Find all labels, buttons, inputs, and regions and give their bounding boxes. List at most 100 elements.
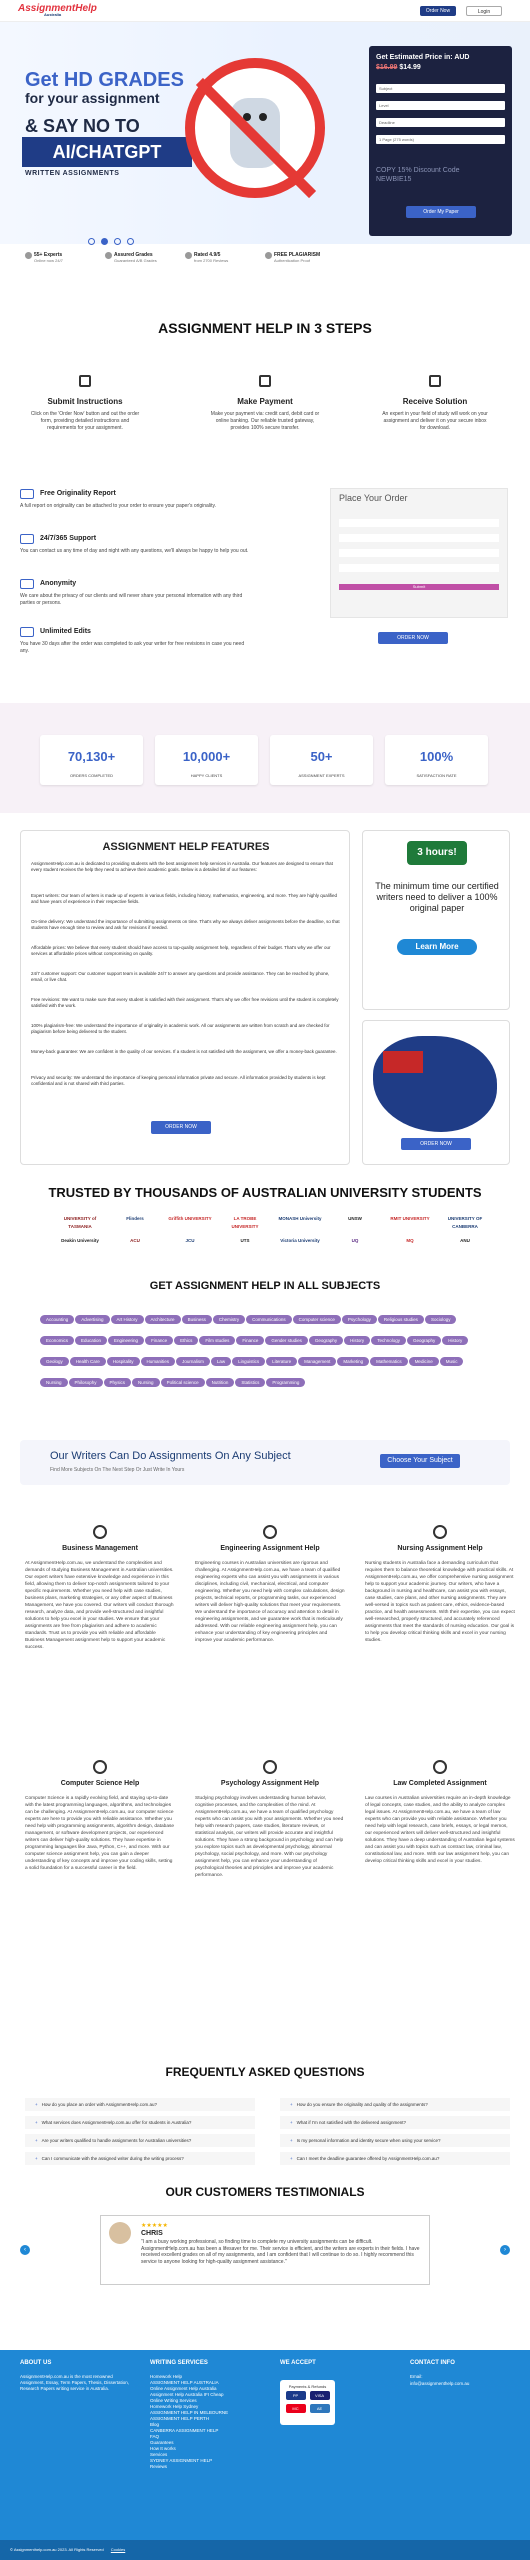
- site-logo[interactable]: AssignmentHelp Australia: [18, 3, 97, 17]
- form-title: Get Estimated Price in: AUD: [376, 54, 470, 61]
- subject-chip[interactable]: Computer science: [292, 1315, 341, 1324]
- subject-select[interactable]: Subject: [376, 84, 505, 93]
- carousel-dot[interactable]: [127, 238, 134, 245]
- subject-chip[interactable]: Linguistics: [232, 1357, 266, 1366]
- subject-chip[interactable]: Hospitality: [106, 1357, 140, 1366]
- hero-line2: for your assignment: [25, 90, 160, 106]
- help-order-button[interactable]: ORDER NOW: [151, 1121, 211, 1134]
- subject-chip[interactable]: History: [442, 1336, 469, 1345]
- subject-chip[interactable]: Technology: [371, 1336, 406, 1345]
- subject-chips: Accounting Advertising Art History Architec…: [40, 1308, 490, 1392]
- subject-chip[interactable]: Gender studies: [265, 1336, 308, 1345]
- faq-item[interactable]: How do you ensure the originality and qu…: [280, 2098, 510, 2111]
- subject-chip[interactable]: Music: [439, 1357, 464, 1366]
- footer-service-link[interactable]: Reviews: [150, 2464, 260, 2470]
- subject-chip[interactable]: Literature: [266, 1357, 298, 1366]
- subject-chip[interactable]: Physics: [103, 1378, 132, 1387]
- business-icon: [93, 1525, 107, 1539]
- service-text: Nursing students in Australia face a dem…: [365, 1561, 515, 1643]
- subject-chip[interactable]: Humanities: [140, 1357, 176, 1366]
- badge-sub: Online now 24/7: [34, 258, 63, 263]
- engineering-icon: [263, 1525, 277, 1539]
- map-order-button[interactable]: ORDER NOW: [401, 1138, 471, 1150]
- subject-chip[interactable]: Geology: [40, 1357, 69, 1366]
- order-field[interactable]: [339, 549, 499, 557]
- subject-chip[interactable]: Religious studies: [377, 1315, 424, 1324]
- subjects-title: GET ASSIGNMENT HELP IN ALL SUBJECTS: [149, 1280, 381, 1292]
- help-feature-item: Affordable prices: We believe that every…: [31, 945, 331, 956]
- prev-arrow-icon[interactable]: ‹: [20, 2245, 30, 2255]
- step-receive: Receive Solution An expert in your field …: [380, 375, 490, 432]
- subject-chip[interactable]: Journalism: [176, 1357, 210, 1366]
- subject-chip[interactable]: Health Care: [69, 1357, 106, 1366]
- carousel-dot[interactable]: [88, 238, 95, 245]
- login-button[interactable]: Login: [466, 6, 502, 16]
- subject-chip[interactable]: Engineering: [108, 1336, 145, 1345]
- rating-stars: ★★★★★: [141, 2223, 168, 2229]
- cookies-link[interactable]: Cookies: [111, 2547, 125, 2552]
- stat-experts: 50+ ASSIGNMENT EXPERTS: [270, 735, 373, 785]
- grades-icon: [105, 252, 112, 259]
- subject-chip[interactable]: Sociology: [424, 1315, 457, 1324]
- subject-chip[interactable]: Accounting: [40, 1315, 75, 1324]
- subject-chip[interactable]: Law: [210, 1357, 232, 1366]
- subject-chip[interactable]: Nursing: [40, 1378, 68, 1387]
- subject-chip[interactable]: Programming: [266, 1378, 306, 1387]
- subject-chip[interactable]: Advertising: [75, 1315, 110, 1324]
- faq-item[interactable]: What if I'm not satisfied with the deliv…: [280, 2116, 510, 2129]
- subject-chip[interactable]: Ethics: [174, 1336, 199, 1345]
- uni-logo: Griffith UNIVERSITY: [168, 1216, 212, 1221]
- subject-chip[interactable]: Finance: [236, 1336, 265, 1345]
- subject-chip[interactable]: Geography: [406, 1336, 442, 1345]
- submit-bar[interactable]: Submit: [339, 584, 499, 590]
- faq-item[interactable]: Can I meet the deadline guarantee offere…: [280, 2152, 510, 2165]
- order-field[interactable]: [339, 564, 499, 572]
- subject-chip[interactable]: Nursing: [132, 1378, 160, 1387]
- writers-title: Our Writers Can Do Assignments On Any Su…: [50, 1450, 291, 1462]
- footer-about-text: AssignmentHelp.com.au is the most renown…: [20, 2374, 130, 2391]
- subject-chip[interactable]: Film studies: [199, 1336, 236, 1345]
- subject-chip[interactable]: Art History: [110, 1315, 144, 1324]
- choose-subject-button[interactable]: Choose Your Subject: [380, 1454, 460, 1468]
- faq-item[interactable]: Is my personal information and identity …: [280, 2134, 510, 2147]
- order-now-button[interactable]: Order Now: [420, 6, 456, 16]
- subject-chip[interactable]: Finance: [145, 1336, 174, 1345]
- subject-chip[interactable]: Political science: [160, 1378, 205, 1387]
- subject-chip[interactable]: Statistics: [235, 1378, 266, 1387]
- subject-chip[interactable]: History: [344, 1336, 371, 1345]
- faq-item[interactable]: Are your writers qualified to handle ass…: [25, 2134, 255, 2147]
- subject-chip[interactable]: Communications: [246, 1315, 292, 1324]
- faq-item[interactable]: Can I communicate with the assigned writ…: [25, 2152, 255, 2165]
- help-features-title: ASSIGNMENT HELP FEATURES: [102, 841, 270, 853]
- order-field[interactable]: [339, 519, 499, 527]
- subject-chip[interactable]: Business: [181, 1315, 212, 1324]
- place-order-button[interactable]: ORDER NOW: [378, 632, 448, 644]
- subject-chip[interactable]: Nutrition: [205, 1378, 235, 1387]
- next-arrow-icon[interactable]: ›: [500, 2245, 510, 2255]
- subject-chip[interactable]: Marketing: [337, 1357, 370, 1366]
- subject-chip[interactable]: Mathematics: [370, 1357, 408, 1366]
- subject-chip[interactable]: Chemistry: [212, 1315, 246, 1324]
- faq-item[interactable]: How do you place an order with Assignmen…: [25, 2098, 255, 2111]
- pages-select[interactable]: 1 Page (275 words): [376, 135, 505, 144]
- testimonial-text: "I am a busy working professional, so fi…: [141, 2239, 420, 2265]
- deadline-select[interactable]: Deadline: [376, 118, 505, 127]
- subject-chip[interactable]: Geography: [308, 1336, 344, 1345]
- testimonials-title: OUR CUSTOMERS TESTIMONIALS: [165, 2185, 365, 2199]
- subject-chip[interactable]: Education: [75, 1336, 108, 1345]
- uni-logo: RMIT UNIVERSITY: [390, 1216, 430, 1221]
- subject-chip[interactable]: Economics: [40, 1336, 75, 1345]
- subject-chip[interactable]: Psychology: [341, 1315, 377, 1324]
- contact-email[interactable]: info@assignmenthelp.com.au: [410, 2381, 469, 2387]
- order-field[interactable]: [339, 534, 499, 542]
- carousel-dot[interactable]: [101, 238, 108, 245]
- carousel-dot[interactable]: [114, 238, 121, 245]
- subject-chip[interactable]: Medicine: [408, 1357, 439, 1366]
- subject-chip[interactable]: Management: [298, 1357, 337, 1366]
- subject-chip[interactable]: Philosophy: [68, 1378, 103, 1387]
- faq-item[interactable]: What services does AssignmentHelp.com.au…: [25, 2116, 255, 2129]
- level-select[interactable]: Level: [376, 101, 505, 110]
- learn-more-button[interactable]: Learn More: [397, 939, 477, 955]
- subject-chip[interactable]: Architecture: [144, 1315, 181, 1324]
- order-paper-button[interactable]: Order My Paper: [406, 206, 476, 218]
